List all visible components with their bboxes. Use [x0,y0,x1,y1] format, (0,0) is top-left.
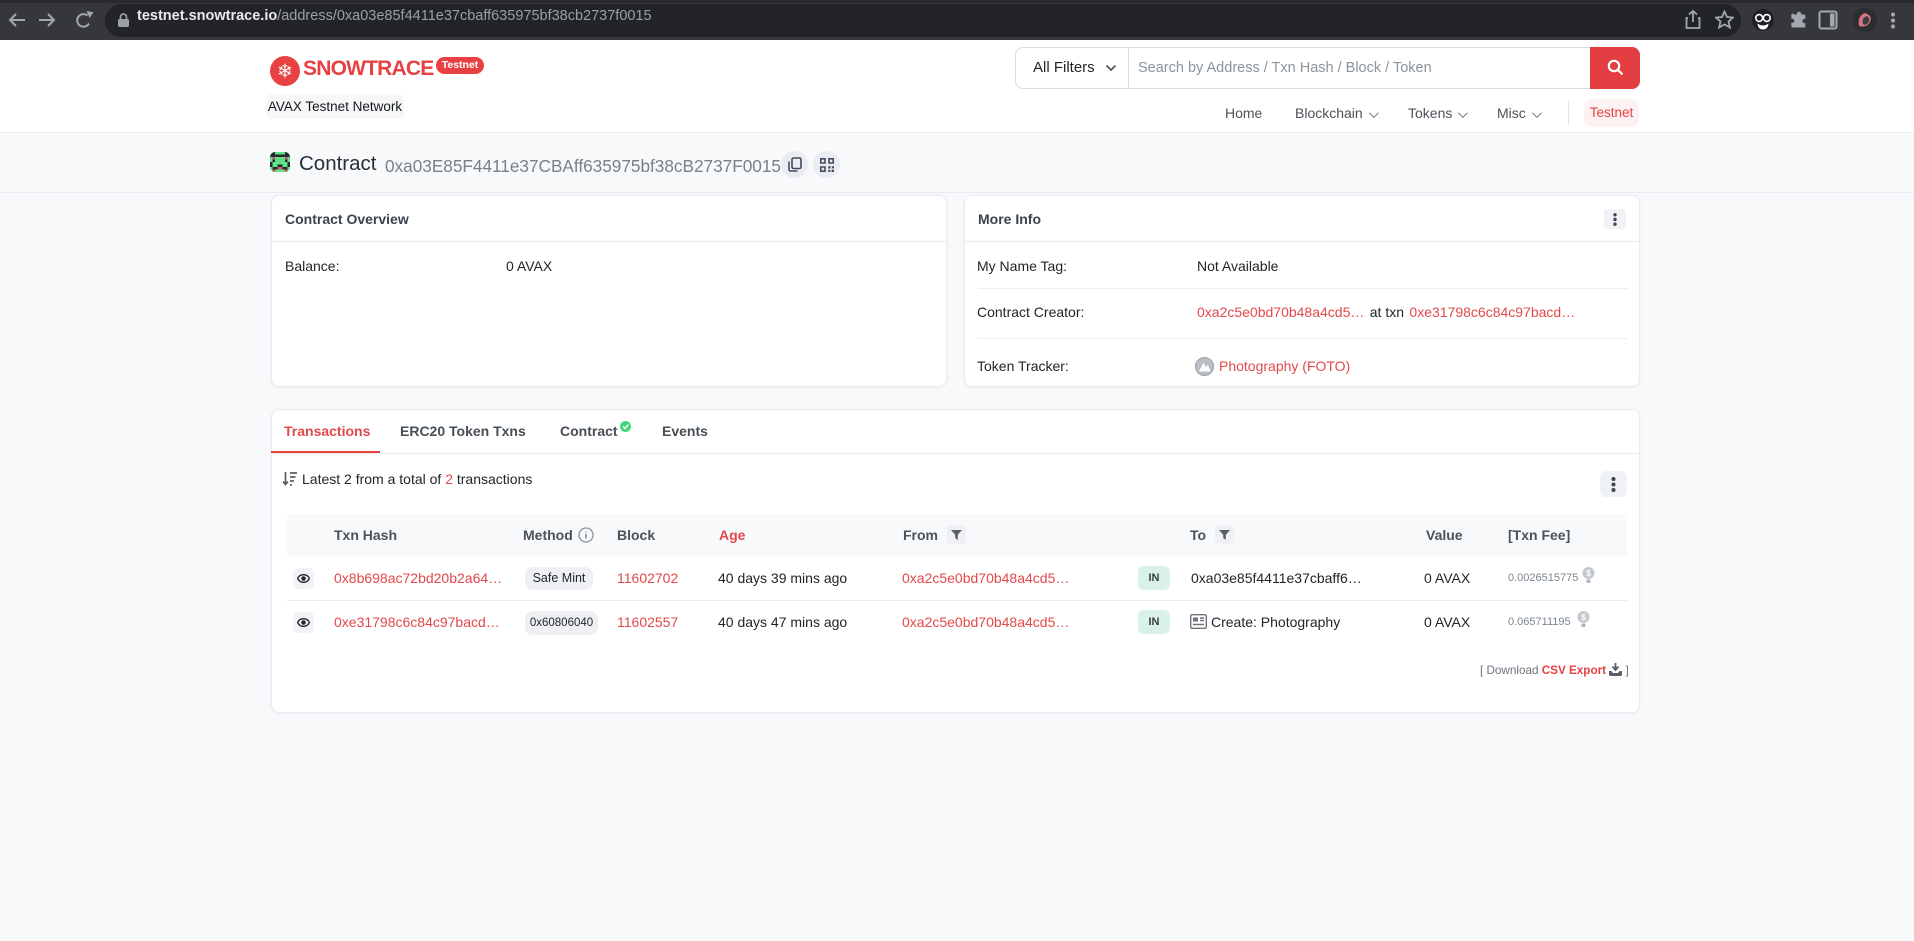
svg-text:❄: ❄ [277,62,293,83]
svg-text:$: $ [1581,612,1586,622]
svg-text:$: $ [1586,568,1591,578]
